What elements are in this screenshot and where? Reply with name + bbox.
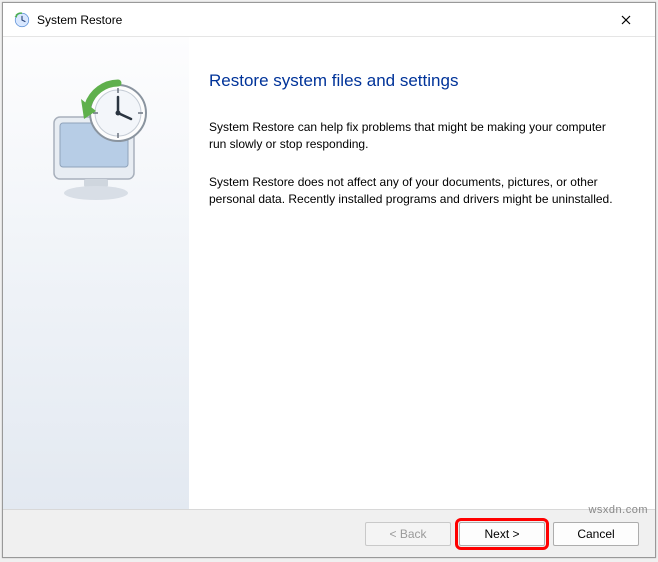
- content-area: Restore system files and settings System…: [3, 37, 655, 509]
- left-illustration-pane: [3, 37, 189, 509]
- watermark-text: wsxdn.com: [588, 504, 648, 516]
- cancel-button[interactable]: Cancel: [553, 522, 639, 546]
- system-restore-window: System Restore: [2, 2, 656, 558]
- system-restore-icon: [13, 11, 31, 29]
- wizard-footer: < Back Next > Cancel: [3, 509, 655, 557]
- restore-illustration-icon: [26, 71, 166, 211]
- main-content: Restore system files and settings System…: [189, 37, 655, 509]
- close-icon: [621, 15, 631, 25]
- page-heading: Restore system files and settings: [209, 71, 619, 91]
- window-title: System Restore: [37, 13, 122, 27]
- close-button[interactable]: [603, 5, 649, 35]
- intro-paragraph-2: System Restore does not affect any of yo…: [209, 174, 619, 209]
- next-button[interactable]: Next >: [459, 522, 545, 546]
- intro-paragraph-1: System Restore can help fix problems tha…: [209, 119, 619, 154]
- back-button: < Back: [365, 522, 451, 546]
- titlebar: System Restore: [3, 3, 655, 37]
